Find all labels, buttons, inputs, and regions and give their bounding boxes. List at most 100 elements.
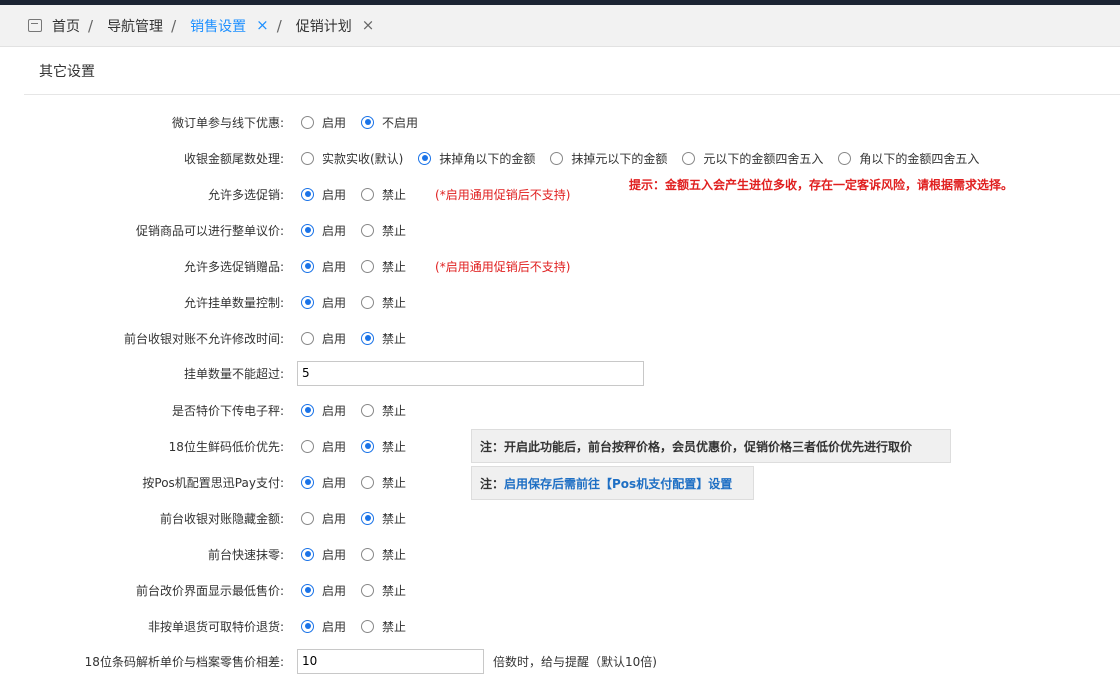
radio-option[interactable]: 启用 <box>301 582 346 599</box>
radio-button[interactable] <box>361 547 375 561</box>
tab-promotion-plan[interactable]: 促销计划 × <box>296 16 375 36</box>
radio-option[interactable]: 角以下的金额四舍五入 <box>838 150 979 167</box>
tab-sales-settings[interactable]: 销售设置 × <box>190 16 269 36</box>
setting-label: 前台收银对账隐藏金额: <box>159 511 284 526</box>
radio-option[interactable]: 启用 <box>301 186 346 203</box>
radio-button[interactable] <box>301 583 314 597</box>
radio-option[interactable]: 启用 <box>301 546 346 563</box>
radio-button[interactable] <box>301 619 314 633</box>
radio-label: 启用 <box>322 259 347 274</box>
radio-button[interactable] <box>550 151 564 165</box>
pos-pay-config-link[interactable]: 启用保存后需前往【Pos机支付配置】设置 <box>504 475 732 492</box>
radio-option[interactable]: 元以下的金额四舍五入 <box>682 150 823 167</box>
hold-order-max-input[interactable] <box>297 360 644 386</box>
setting-label: 允许挂单数量控制: <box>183 295 284 310</box>
note-prefix: 注： <box>480 476 505 491</box>
radio-label: 启用 <box>322 403 347 418</box>
radio-button[interactable] <box>301 475 314 489</box>
radio-button[interactable] <box>301 439 314 453</box>
radio-button[interactable] <box>301 115 314 129</box>
radio-button[interactable] <box>301 259 314 273</box>
radio-option[interactable]: 禁止 <box>361 618 406 635</box>
radio-option[interactable]: 禁止 <box>361 474 406 491</box>
radio-option[interactable]: 禁止 <box>361 402 406 419</box>
price-ratio-input[interactable] <box>297 648 484 674</box>
radio-button[interactable] <box>361 223 375 237</box>
radio-option[interactable]: 启用 <box>301 402 346 419</box>
radio-option[interactable]: 启用 <box>301 618 346 635</box>
radio-option[interactable]: 启用 <box>301 474 346 491</box>
radio-label: 禁止 <box>382 403 407 418</box>
setting-label: 18位生鲜码低价优先: <box>168 439 284 454</box>
radio-option[interactable]: 启用 <box>301 222 346 239</box>
radio-button[interactable] <box>361 583 375 597</box>
radio-option[interactable]: 禁止 <box>361 438 406 455</box>
radio-option[interactable]: 启用 <box>301 114 346 131</box>
close-icon[interactable]: × <box>362 18 375 33</box>
radio-button[interactable] <box>838 151 852 165</box>
setting-label: 挂单数量不能超过: <box>183 366 284 381</box>
radio-option[interactable]: 启用 <box>301 258 346 275</box>
setting-row-hold-order-max: 挂单数量不能超过: <box>0 360 1120 386</box>
radio-option[interactable]: 启用 <box>301 330 346 347</box>
radio-option[interactable]: 启用 <box>301 438 346 455</box>
radio-label: 禁止 <box>382 223 407 238</box>
radio-button[interactable] <box>301 331 314 345</box>
close-icon[interactable]: × <box>256 18 269 33</box>
radio-button[interactable] <box>301 403 314 417</box>
tab-separator: / <box>171 16 177 35</box>
radio-button[interactable] <box>361 331 375 345</box>
radio-option[interactable]: 禁止 <box>361 294 406 311</box>
radio-option[interactable]: 抹掉角以下的金额 <box>418 150 535 167</box>
radio-option[interactable]: 禁止 <box>361 222 406 239</box>
radio-label: 不启用 <box>382 115 419 130</box>
radio-button[interactable] <box>301 187 314 201</box>
radio-option[interactable]: 禁止 <box>361 330 406 347</box>
setting-row-quick-rounding: 前台快速抹零: 启用 禁止 <box>0 541 1120 567</box>
radio-button[interactable] <box>418 151 432 165</box>
radio-label: 启用 <box>322 619 347 634</box>
radio-button[interactable] <box>361 619 375 633</box>
home-icon[interactable] <box>28 19 42 32</box>
tab-bar: 首页 / 导航管理 / 销售设置 × / 促销计划 × <box>0 5 1120 47</box>
radio-label: 禁止 <box>382 511 407 526</box>
tab-label: 导航管理 <box>107 18 164 35</box>
radio-option[interactable]: 抹掉元以下的金额 <box>550 150 667 167</box>
setting-row-show-min-price: 前台改价界面显示最低售价: 启用 禁止 <box>0 577 1120 603</box>
radio-button[interactable] <box>301 295 314 309</box>
setting-row-special-price-scale: 是否特价下传电子秤: 启用 禁止 <box>0 397 1120 423</box>
setting-label: 微订单参与线下优惠: <box>171 115 284 130</box>
radio-button[interactable] <box>361 115 375 129</box>
radio-button[interactable] <box>361 439 375 453</box>
radio-button[interactable] <box>682 151 696 165</box>
radio-button[interactable] <box>301 223 314 237</box>
radio-option[interactable]: 禁止 <box>361 546 406 563</box>
radio-button[interactable] <box>301 547 314 561</box>
radio-label: 启用 <box>322 547 347 562</box>
radio-option[interactable]: 启用 <box>301 294 346 311</box>
radio-option[interactable]: 禁止 <box>361 510 406 527</box>
radio-button[interactable] <box>361 187 375 201</box>
radio-option[interactable]: 启用 <box>301 510 346 527</box>
tab-nav-management[interactable]: 导航管理 <box>107 16 163 36</box>
pos-pay-note: 注： 启用保存后需前往【Pos机支付配置】设置 <box>471 466 754 500</box>
radio-button[interactable] <box>361 511 375 525</box>
unsupported-note: (*启用通用促销后不支持) <box>435 187 571 202</box>
radio-option[interactable]: 实款实收(默认) <box>301 150 403 167</box>
radio-option[interactable]: 禁止 <box>361 186 406 203</box>
radio-option[interactable]: 不启用 <box>361 114 418 131</box>
radio-button[interactable] <box>361 259 375 273</box>
tab-separator: / <box>276 16 282 35</box>
radio-button[interactable] <box>301 511 314 525</box>
tab-home[interactable]: 首页 <box>52 16 80 36</box>
setting-label: 是否特价下传电子秤: <box>171 403 284 418</box>
setting-row-hold-order-count-control: 允许挂单数量控制: 启用 禁止 <box>0 289 1120 315</box>
setting-row-reconcile-hide-amount: 前台收银对账隐藏金额: 启用 禁止 <box>0 505 1120 531</box>
radio-button[interactable] <box>361 403 375 417</box>
radio-button[interactable] <box>361 295 375 309</box>
radio-button[interactable] <box>301 151 314 165</box>
radio-button[interactable] <box>361 475 375 489</box>
setting-label: 促销商品可以进行整单议价: <box>135 223 284 238</box>
radio-option[interactable]: 禁止 <box>361 258 406 275</box>
radio-option[interactable]: 禁止 <box>361 582 406 599</box>
